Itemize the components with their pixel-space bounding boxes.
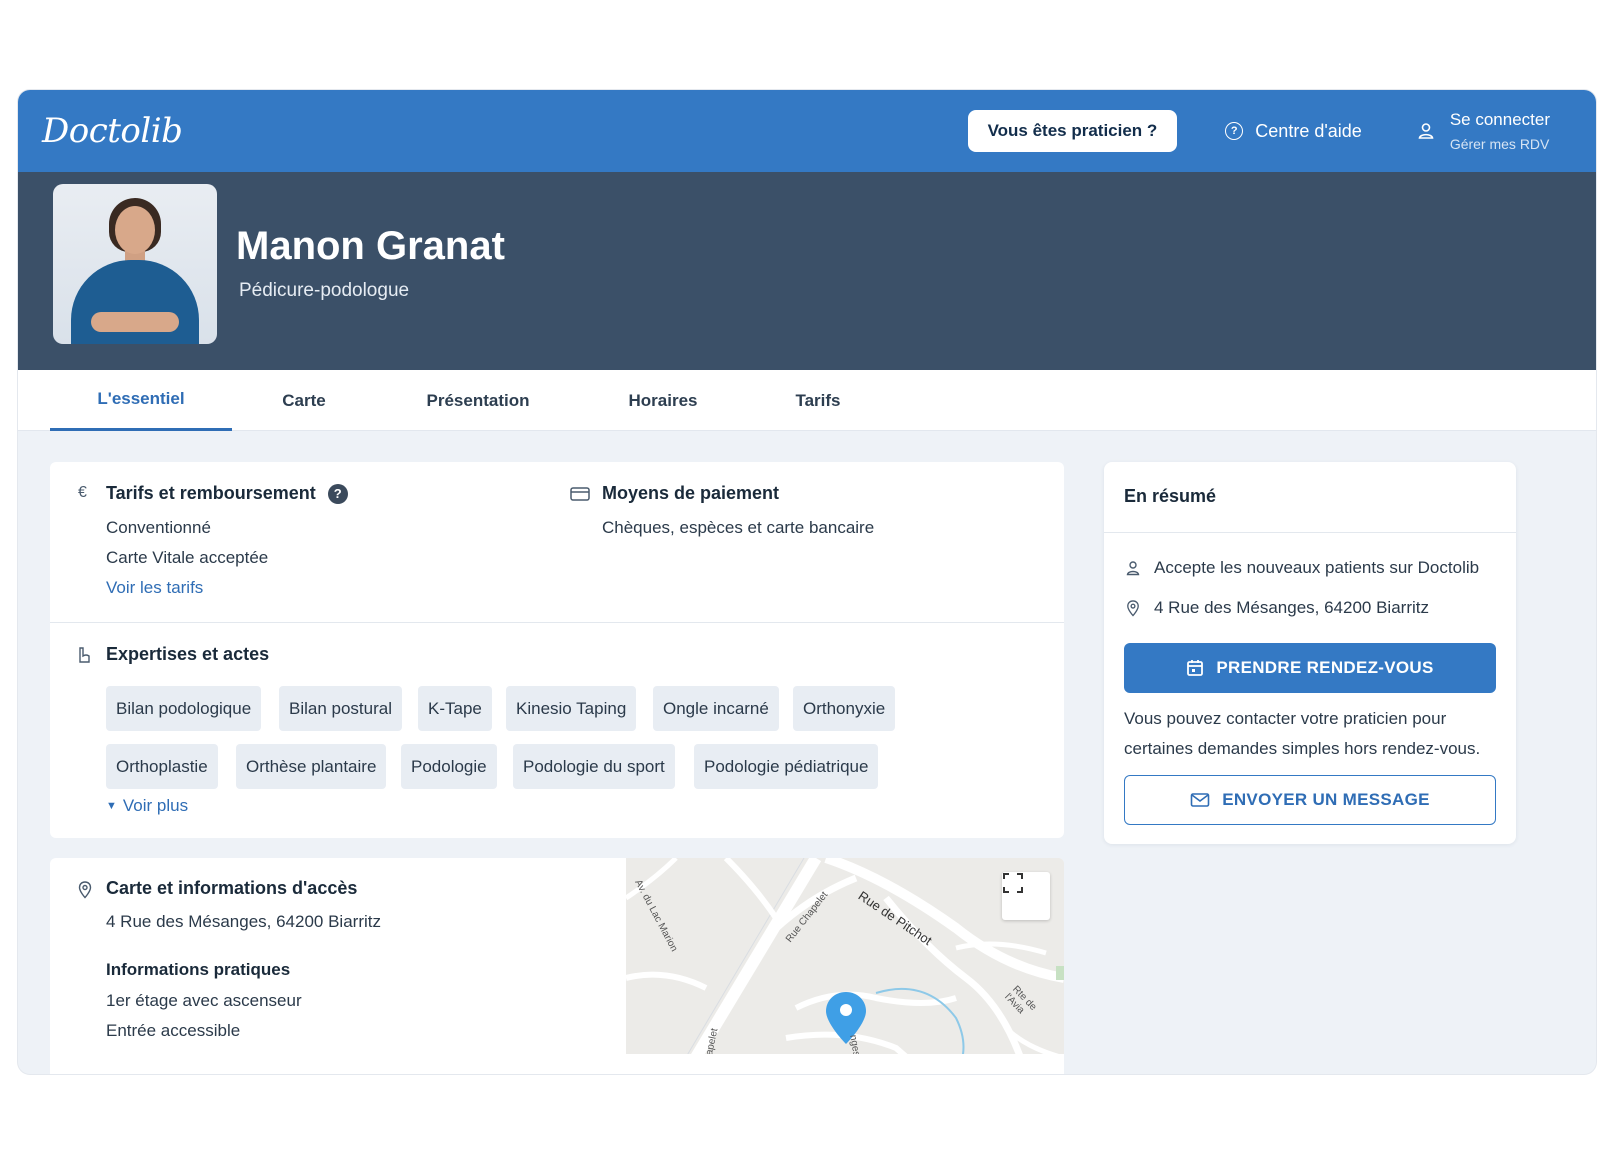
- tarif-line-conventionne: Conventionné: [106, 518, 211, 537]
- login-link[interactable]: Se connecter Gérer mes RDV: [1416, 110, 1550, 152]
- app-frame: Doctolib Vous êtes praticien ? ? Centre …: [18, 90, 1596, 1074]
- expertise-chip[interactable]: Bilan postural: [279, 686, 403, 731]
- caret-down-icon: ▼: [106, 800, 117, 812]
- access-address: 4 Rue des Mésanges, 64200 Biarritz: [106, 912, 381, 931]
- location-pin-icon: [78, 881, 92, 899]
- payment-methods: Chèques, espèces et carte bancaire: [602, 518, 875, 537]
- expertise-chip[interactable]: Podologie: [401, 744, 497, 789]
- help-center-label: Centre d'aide: [1255, 120, 1362, 141]
- user-icon: [1418, 123, 1434, 139]
- practitioner-specialty: Pédicure-podologue: [239, 280, 410, 301]
- fullscreen-icon: [1003, 873, 1023, 893]
- payment-title: Moyens de paiement: [602, 483, 780, 503]
- tab-essentiel[interactable]: L'essentiel: [50, 370, 232, 431]
- contact-text: Vous pouvez contacter votre praticien po…: [1124, 709, 1481, 758]
- tab-carte[interactable]: Carte: [232, 370, 376, 431]
- calendar-icon: [1187, 660, 1204, 676]
- expertise-chip[interactable]: Orthonyxie: [793, 686, 896, 731]
- send-message-label: ENVOYER UN MESSAGE: [1222, 790, 1430, 809]
- expertises-title: Expertises et actes: [106, 644, 270, 664]
- map-roads: [626, 858, 1064, 1054]
- question-circle-icon: ?: [1225, 122, 1244, 140]
- tarifs-title: Tarifs et remboursement: [106, 483, 316, 503]
- credit-card-icon: [570, 487, 590, 501]
- book-appointment-label: PRENDRE RENDEZ-VOUS: [1216, 658, 1434, 677]
- access-card: Carte et informations d'accès 4 Rue des …: [50, 858, 1064, 1074]
- summary-card: En résumé Accepte les nouveaux patients …: [1104, 462, 1516, 844]
- new-patients-text: Accepte les nouveaux patients sur Doctol…: [1154, 558, 1480, 577]
- expertise-chip[interactable]: Kinesio Taping: [506, 686, 637, 731]
- summary-title: En résumé: [1124, 486, 1217, 506]
- expertise-chip[interactable]: Podologie du sport: [513, 744, 675, 789]
- top-navbar: Doctolib Vous êtes praticien ? ? Centre …: [18, 90, 1596, 172]
- envelope-icon: [1190, 793, 1210, 807]
- send-message-button[interactable]: ENVOYER UN MESSAGE: [1124, 775, 1496, 825]
- info-card: € Tarifs et remboursement ? Conventionné…: [50, 462, 1064, 838]
- expertise-chip[interactable]: Orthèse plantaire: [236, 744, 387, 789]
- expertise-chip[interactable]: Podologie pédiatrique: [694, 744, 879, 789]
- expertise-chip[interactable]: Ongle incarné: [653, 686, 779, 731]
- login-subtitle: Gérer mes RDV: [1449, 136, 1550, 152]
- profile-tabs: L'essentiel Carte Présentation Horaires …: [18, 370, 1596, 431]
- user-icon: [1126, 561, 1140, 576]
- expertise-chip[interactable]: K-Tape: [418, 686, 492, 731]
- doctolib-logo[interactable]: Doctolib: [42, 111, 183, 151]
- login-title: Se connecter: [1449, 110, 1550, 129]
- expertise-chip[interactable]: Orthoplastie: [106, 744, 218, 789]
- fullscreen-button[interactable]: [1002, 872, 1050, 920]
- practitioner-button[interactable]: Vous êtes praticien ?: [967, 110, 1178, 152]
- expertise-icon: [79, 647, 90, 663]
- see-more-label: Voir plus: [122, 796, 189, 815]
- nav-actions: Vous êtes praticien ? ? Centre d'aide Se…: [967, 110, 1572, 152]
- book-appointment-button[interactable]: PRENDRE RENDEZ-VOUS: [1124, 643, 1496, 693]
- new-patients-row: Accepte les nouveaux patients sur Doctol…: [1124, 558, 1479, 578]
- see-prices-link[interactable]: Voir les tarifs: [106, 578, 203, 598]
- practical-info-line: Entrée accessible: [106, 1021, 241, 1040]
- tab-horaires[interactable]: Horaires: [593, 370, 733, 431]
- summary-address: 4 Rue des Mésanges, 64200 Biarritz: [1154, 598, 1429, 617]
- practical-info-title: Informations pratiques: [106, 960, 291, 979]
- summary-address-row: 4 Rue des Mésanges, 64200 Biarritz: [1124, 598, 1429, 618]
- practitioner-photo: [53, 184, 217, 344]
- help-icon[interactable]: ?: [327, 483, 348, 504]
- profile-banner: Manon Granat Pédicure-podologue: [18, 172, 1596, 370]
- tab-tarifs[interactable]: Tarifs: [763, 370, 873, 431]
- practical-info-line: 1er étage avec ascenseur: [106, 991, 302, 1010]
- tarifs-section: Tarifs et remboursement ?: [106, 483, 348, 504]
- access-title: Carte et informations d'accès: [106, 878, 358, 898]
- practitioner-name: Manon Granat: [236, 224, 505, 268]
- location-map[interactable]: Rue de Pitchot Rue Chapelet Av. du Lac M…: [626, 858, 1064, 1054]
- tab-presentation[interactable]: Présentation: [398, 370, 558, 431]
- help-center-link[interactable]: ? Centre d'aide: [1225, 121, 1362, 142]
- expertise-chip[interactable]: Bilan podologique: [106, 686, 262, 731]
- tarif-line-carte-vitale: Carte Vitale acceptée: [106, 548, 269, 567]
- euro-icon: €: [78, 484, 87, 501]
- location-pin-icon: [1127, 599, 1139, 617]
- see-more-link[interactable]: ▼ Voir plus: [106, 796, 188, 816]
- section-divider: [50, 622, 1064, 623]
